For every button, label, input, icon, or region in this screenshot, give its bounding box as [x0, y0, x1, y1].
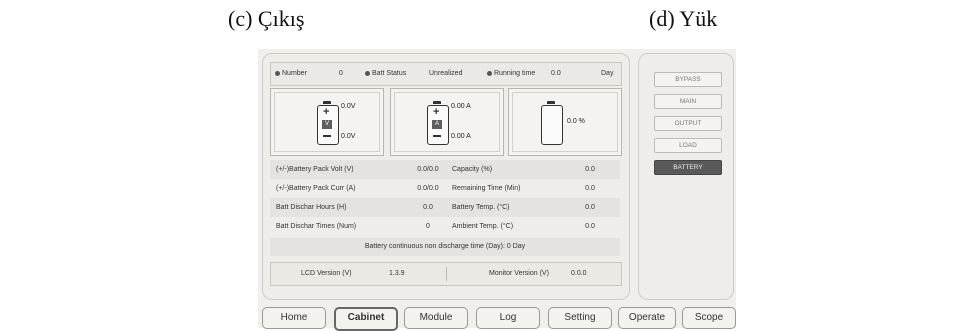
row-label: Batt Dischar Hours (H) — [276, 204, 347, 211]
table-row: Batt Dischar Times (Num) 0 Ambient Temp.… — [270, 217, 620, 236]
side-panel-frame — [638, 53, 734, 300]
lcd-version-value: 1.3.9 — [389, 270, 405, 277]
status-bar: Number 0 Batt Status Unrealized Running … — [270, 62, 622, 86]
caption-d: (d) Yük — [649, 6, 718, 31]
voltage-top-value: 0.0V — [341, 103, 356, 110]
row-label: Batt Dischar Times (Num) — [276, 223, 357, 230]
minus-icon — [433, 135, 441, 137]
batt-status-dot-icon — [365, 70, 370, 76]
main-button[interactable]: MAIN — [654, 94, 722, 109]
row-value-2: 0.0 — [585, 166, 595, 173]
current-bottom-value: 0.00 A — [451, 133, 471, 140]
row-label-2: Battery Temp. (°C) — [452, 204, 510, 211]
batt-status-field: Batt Status — [365, 70, 406, 77]
current-symbol: A — [432, 120, 442, 129]
battery-data-table: (+/-)Battery Pack Volt (V) 0.0/0.0 Capac… — [270, 160, 620, 236]
nav-cabinet-button[interactable]: Cabinet — [334, 307, 398, 331]
bypass-button[interactable]: BYPASS — [654, 72, 722, 87]
output-button[interactable]: OUTPUT — [654, 116, 722, 131]
row-value-2: 0.0 — [585, 185, 595, 192]
nav-scope-button[interactable]: Scope — [682, 307, 736, 329]
nav-module-button[interactable]: Module — [404, 307, 468, 329]
voltage-symbol: V — [322, 120, 332, 129]
table-row: (+/-)Battery Pack Volt (V) 0.0/0.0 Capac… — [270, 160, 620, 179]
number-dot-icon — [275, 70, 280, 76]
capacity-value: 0.0 % — [567, 118, 585, 125]
row-value: 0.0/0.0 — [417, 185, 439, 192]
row-label: (+/-)Battery Pack Volt (V) — [276, 166, 354, 173]
nav-setting-button[interactable]: Setting — [548, 307, 612, 329]
table-row: Batt Dischar Hours (H) 0.0 Battery Temp.… — [270, 198, 620, 217]
nav-log-button[interactable]: Log — [476, 307, 540, 329]
row-label: (+/-)Battery Pack Curr (A) — [276, 185, 356, 192]
row-value: 0 — [426, 223, 430, 230]
battery-capacity-icon — [541, 101, 563, 145]
capacity-card: 0.0 % — [508, 88, 622, 156]
nav-home-button[interactable]: Home — [262, 307, 326, 329]
row-label-2: Remaining Time (Min) — [452, 185, 521, 192]
row-value-2: 0.0 — [585, 223, 595, 230]
row-value: 0.0 — [423, 204, 433, 211]
version-bar: LCD Version (V) 1.3.9 Monitor Version (V… — [270, 262, 622, 286]
load-button[interactable]: LOAD — [654, 138, 722, 153]
caption-c: (c) Çıkış — [228, 6, 305, 31]
version-divider — [446, 267, 447, 281]
row-label-2: Capacity (%) — [452, 166, 493, 173]
voltage-bottom-value: 0.0V — [341, 133, 356, 140]
table-row: (+/-)Battery Pack Curr (A) 0.0/0.0 Remai… — [270, 179, 620, 198]
current-card: + A 0.00 A 0.00 A — [390, 88, 504, 156]
battery-button[interactable]: BATTERY — [654, 160, 722, 175]
lcd-version-label: LCD Version (V) — [301, 270, 352, 277]
number-field: Number — [275, 70, 307, 77]
plus-icon: + — [433, 106, 440, 118]
minus-icon — [323, 135, 331, 137]
row-value-2: 0.0 — [585, 204, 595, 211]
battery-voltage-icon: + V — [317, 101, 339, 145]
voltage-card: + V 0.0V 0.0V — [270, 88, 384, 156]
plus-icon: + — [323, 106, 330, 118]
monitor-version-value: 0.0.0 — [571, 270, 587, 277]
running-time-unit: Day — [601, 70, 614, 77]
number-value: 0 — [339, 70, 343, 77]
battery-current-icon: + A — [427, 101, 449, 145]
row-label-2: Ambient Temp. (°C) — [452, 223, 514, 230]
running-time-field: Running time — [487, 70, 535, 77]
continuous-discharge-row: Battery continuous non discharge time (D… — [270, 238, 620, 256]
running-time-value: 0.0 — [551, 70, 561, 77]
row-value: 0.0/0.0 — [417, 166, 439, 173]
batt-status-value: Unrealized — [429, 70, 463, 77]
nav-operate-button[interactable]: Operate — [618, 307, 676, 329]
current-top-value: 0.00 A — [451, 103, 471, 110]
monitor-version-label: Monitor Version (V) — [489, 270, 549, 277]
running-time-dot-icon — [487, 70, 492, 76]
